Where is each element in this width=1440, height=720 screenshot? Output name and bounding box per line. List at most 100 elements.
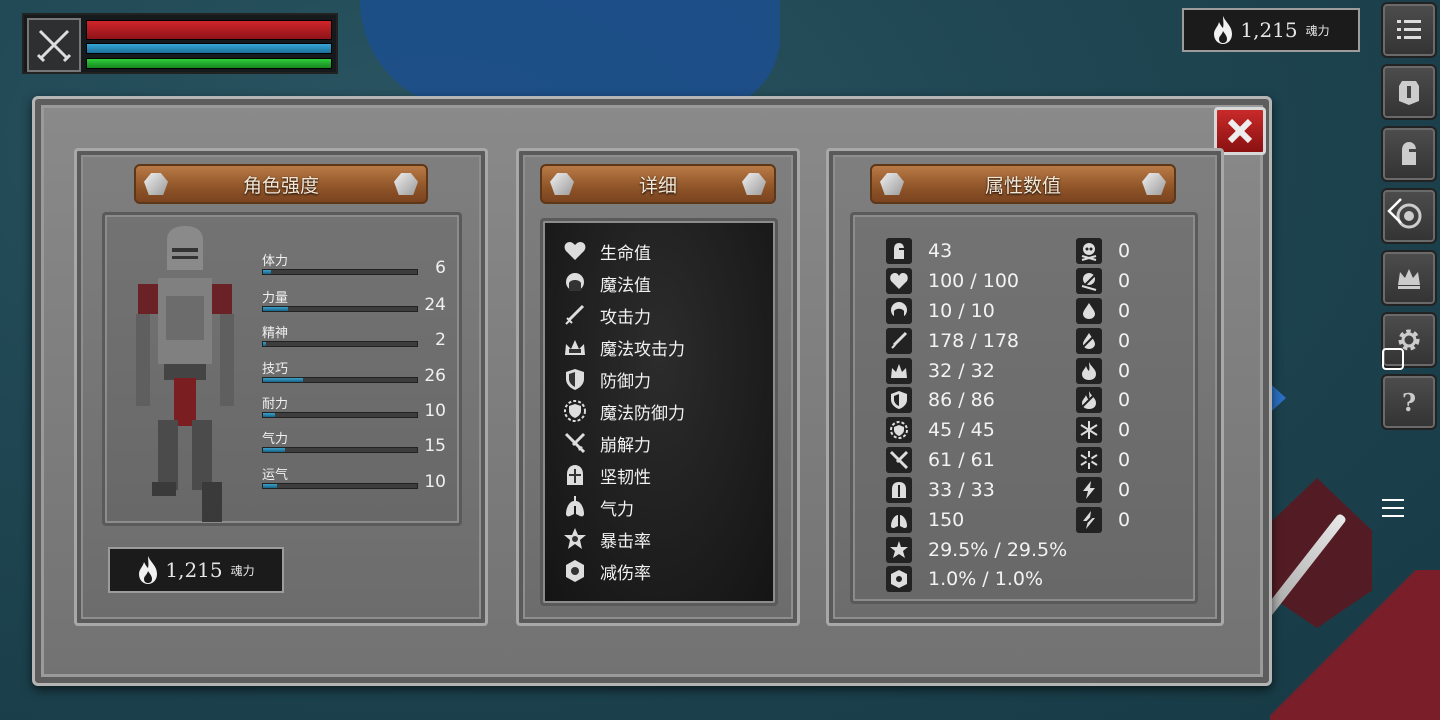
stat-progress-track (262, 412, 418, 418)
attr-row: 1.0% / 1.0% (886, 565, 1043, 593)
detail-label: 崩解力 (600, 435, 651, 456)
shield-icon (891, 391, 907, 409)
attr-value: 178 / 178 (928, 330, 1020, 352)
head-icon (891, 302, 907, 318)
stud-icon (880, 173, 904, 195)
stat-label: 耐力 (262, 397, 289, 412)
detail-label: 魔法攻击力 (600, 339, 685, 360)
attr-row: 61 / 61 (886, 446, 995, 474)
resist-row: 0 (1076, 297, 1130, 325)
stat-progress-track (262, 341, 418, 347)
crown-spell-icon (565, 340, 585, 355)
break-icon (564, 432, 586, 454)
detail-damage-reduction: 减伤率 (560, 556, 651, 586)
attr-value: 1.0% / 1.0% (928, 568, 1044, 590)
details-title: 详细 (638, 174, 677, 197)
stat-value: 10 (424, 472, 446, 492)
resist-value: 0 (1118, 479, 1131, 501)
fire-resist-icon (1081, 391, 1097, 409)
system-home-icon[interactable] (1382, 348, 1404, 370)
detail-stamina: 气力 (560, 492, 634, 522)
helmet-button[interactable] (1381, 126, 1437, 182)
helmet-icon (892, 482, 906, 498)
damage-reduction-icon (566, 560, 584, 582)
stat-vitality: 体力 6 (262, 250, 452, 284)
detail-label: 魔法值 (600, 275, 651, 296)
stat-progress-track (262, 377, 418, 383)
stat-progress-fill (263, 307, 288, 311)
help-button[interactable]: ? (1381, 374, 1437, 430)
helmet-icon (567, 465, 583, 485)
armor-icon (1399, 81, 1419, 105)
stat-value: 10 (424, 401, 446, 421)
detail-label: 减伤率 (600, 563, 651, 584)
resist-row: 0 (1076, 357, 1130, 385)
attr-value: 61 / 61 (928, 449, 995, 471)
crown-spell-icon (891, 364, 907, 378)
attr-row: 86 / 86 (886, 386, 995, 414)
sword-icon (891, 331, 908, 349)
detail-label: 魔法防御力 (600, 403, 685, 424)
resist-value: 0 (1118, 240, 1131, 262)
system-back-icon[interactable] (1386, 196, 1404, 226)
attr-row: 178 / 178 (886, 327, 1019, 355)
stat-value: 26 (424, 366, 446, 386)
attr-row: 100 / 100 (886, 267, 1019, 295)
resist-row: 0 (1076, 386, 1130, 414)
souls-counter: 1,215 魂力 (1182, 8, 1360, 52)
resist-value: 0 (1118, 449, 1131, 471)
system-menu-icon[interactable] (1382, 498, 1404, 518)
player-hud (22, 13, 338, 74)
help-icon: ? (1402, 388, 1416, 417)
resist-value: 0 (1118, 360, 1131, 382)
stud-icon (144, 173, 168, 195)
stat-strength: 力量 24 (262, 287, 452, 321)
flame-icon (139, 556, 158, 584)
lightning-icon (1083, 481, 1095, 499)
detail-label: 暴击率 (600, 531, 651, 552)
lightning-resist-icon (1081, 511, 1097, 529)
stat-progress-track (262, 306, 418, 312)
poison-skull-icon (1081, 273, 1097, 291)
attr-value: 86 / 86 (928, 389, 995, 411)
head-icon (566, 273, 584, 291)
detail-mp: 魔法值 (560, 268, 651, 298)
attr-row: 45 / 45 (886, 416, 995, 444)
critical-star-icon (564, 528, 586, 549)
detail-toughness: 坚韧性 (560, 460, 651, 490)
stat-stamina: 气力 15 (262, 428, 452, 462)
stat-label: 技巧 (262, 362, 289, 377)
stud-icon (1142, 173, 1166, 195)
crown-button[interactable] (1381, 250, 1437, 306)
stat-progress-fill (263, 342, 267, 346)
list-icon (1397, 20, 1421, 39)
list-menu-button[interactable] (1381, 2, 1437, 58)
stat-progress-fill (263, 413, 276, 417)
stat-progress-fill (263, 270, 271, 274)
magic-shield-icon (890, 421, 908, 439)
stat-value: 15 (424, 436, 446, 456)
bleed-resist-icon (1081, 333, 1097, 349)
crown-icon (1398, 269, 1420, 289)
attr-value: 32 / 32 (928, 360, 995, 382)
attributes-title-plank: 属性数值 (870, 164, 1176, 204)
resist-value: 0 (1118, 330, 1131, 352)
resist-value: 0 (1118, 419, 1131, 441)
detail-hp: 生命值 (560, 236, 651, 266)
lungs-icon (891, 515, 907, 528)
flame-icon (1214, 16, 1233, 44)
attr-value: 10 / 10 (928, 300, 995, 322)
attr-value: 150 (928, 509, 965, 531)
attr-row: 10 / 10 (886, 297, 995, 325)
attributes-title: 属性数值 (984, 174, 1061, 197)
equipment-button[interactable] (1381, 64, 1437, 120)
crossed-swords-icon[interactable] (27, 18, 81, 72)
svg-text:?: ? (1402, 388, 1416, 417)
attr-row: 33 / 33 (886, 476, 995, 504)
resist-row: 0 (1076, 416, 1130, 444)
heart-icon (890, 273, 908, 289)
detail-label: 攻击力 (600, 307, 651, 328)
resist-row: 0 (1076, 267, 1130, 295)
stat-progress-track (262, 269, 418, 275)
stat-label: 精神 (262, 326, 289, 341)
